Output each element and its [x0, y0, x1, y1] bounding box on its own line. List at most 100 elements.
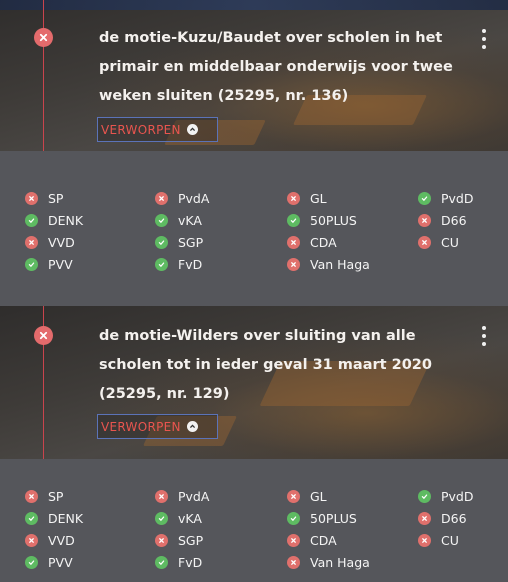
- party-name: FvD: [178, 256, 203, 272]
- party-name: SGP: [178, 234, 204, 250]
- party-name: Van Haga: [310, 554, 370, 570]
- vote-against-icon: [287, 489, 300, 503]
- party-vote-item: Van Haga: [287, 254, 370, 274]
- kebab-menu-icon[interactable]: [480, 326, 488, 346]
- party-name: SGP: [178, 532, 204, 548]
- vote-against-icon: [25, 533, 38, 547]
- vote-against-icon: [155, 191, 168, 205]
- party-vote-item: PvdD: [418, 486, 474, 506]
- party-vote-item: VVD: [25, 232, 75, 252]
- party-vote-item: SP: [25, 486, 63, 506]
- party-name: 50PLUS: [310, 510, 357, 526]
- verdict-label: VERWORPEN: [101, 419, 181, 434]
- verdict-toggle-button[interactable]: VERWORPEN: [97, 414, 218, 439]
- party-vote-item: vKA: [155, 508, 202, 528]
- vote-for-icon: [418, 191, 431, 205]
- chevron-up-icon: [186, 421, 198, 432]
- vote-against-icon: [155, 489, 168, 503]
- party-vote-item: DENK: [25, 508, 83, 528]
- vote-against-icon: [418, 213, 431, 227]
- party-vote-item: 50PLUS: [287, 210, 357, 230]
- vote-panel-2: SP PvdA GL PvdD DENK vKA 50PLUS D66 VVD SGP CDA CU P…: [0, 459, 508, 582]
- vote-for-icon: [155, 235, 168, 249]
- party-vote-item: PvdD: [418, 188, 474, 208]
- motion-title-line: weken sluiten (25295, nr. 136): [99, 88, 349, 104]
- vote-against-icon: [25, 489, 38, 503]
- party-vote-item: PvdA: [155, 188, 209, 208]
- verdict-label: VERWORPEN: [101, 122, 181, 137]
- party-name: PVV: [48, 554, 73, 570]
- party-name: GL: [310, 488, 327, 504]
- party-vote-item: D66: [418, 508, 467, 528]
- vote-against-icon: [155, 533, 168, 547]
- motion-card-2: de motie-Wilders over sluiting van alle …: [0, 306, 508, 459]
- party-vote-item: PvdA: [155, 486, 209, 506]
- party-name: DENK: [48, 212, 84, 228]
- party-vote-item: SGP: [155, 232, 203, 252]
- vote-for-icon: [25, 257, 38, 271]
- party-vote-item: GL: [287, 188, 327, 208]
- party-name: PvdA: [178, 190, 210, 206]
- motion-title: de motie-Wilders over sluiting van alle …: [99, 322, 469, 409]
- party-vote-item: Van Haga: [287, 552, 370, 572]
- party-name: PvdA: [178, 488, 210, 504]
- party-name: CU: [441, 234, 459, 250]
- party-vote-item: SP: [25, 188, 63, 208]
- vote-against-icon: [418, 511, 431, 525]
- vote-for-icon: [25, 213, 38, 227]
- rejected-status-icon: [34, 28, 53, 47]
- vote-against-icon: [418, 235, 431, 249]
- motion-title: de motie-Kuzu/Baudet over scholen in het…: [99, 24, 469, 111]
- vote-against-icon: [25, 191, 38, 205]
- party-vote-item: GL: [287, 486, 327, 506]
- rejected-status-icon: [34, 326, 53, 345]
- party-vote-item: VVD: [25, 530, 75, 550]
- kebab-menu-icon[interactable]: [480, 29, 488, 49]
- party-name: VVD: [48, 234, 75, 250]
- party-vote-item: PVV: [25, 552, 73, 572]
- party-name: 50PLUS: [310, 212, 357, 228]
- party-vote-item: CU: [418, 232, 459, 252]
- vote-against-icon: [287, 191, 300, 205]
- party-vote-item: PVV: [25, 254, 73, 274]
- vote-for-icon: [25, 511, 38, 525]
- party-vote-item: CDA: [287, 530, 337, 550]
- vote-for-icon: [287, 213, 300, 227]
- vote-against-icon: [287, 235, 300, 249]
- party-vote-item: vKA: [155, 210, 202, 230]
- party-name: DENK: [48, 510, 84, 526]
- party-vote-item: DENK: [25, 210, 83, 230]
- vote-against-icon: [287, 555, 300, 569]
- party-vote-item: FvD: [155, 552, 202, 572]
- motion-title-line: de motie-Kuzu/Baudet over scholen in het: [99, 30, 443, 46]
- party-vote-item: CU: [418, 530, 459, 550]
- vote-for-icon: [287, 511, 300, 525]
- party-name: SP: [48, 488, 64, 504]
- party-name: vKA: [178, 212, 202, 228]
- motion-card-1: de motie-Kuzu/Baudet over scholen in het…: [0, 0, 508, 151]
- party-vote-item: CDA: [287, 232, 337, 252]
- party-name: PvdD: [441, 190, 474, 206]
- party-name: SP: [48, 190, 64, 206]
- vote-for-icon: [155, 511, 168, 525]
- party-name: CU: [441, 532, 459, 548]
- party-vote-item: 50PLUS: [287, 508, 357, 528]
- party-name: Van Haga: [310, 256, 370, 272]
- vote-for-icon: [25, 555, 38, 569]
- motion-title-line: de motie-Wilders over sluiting van alle: [99, 328, 416, 344]
- motion-title-line: (25295, nr. 129): [99, 386, 230, 402]
- vote-for-icon: [418, 489, 431, 503]
- verdict-toggle-button[interactable]: VERWORPEN: [97, 117, 218, 142]
- party-name: FvD: [178, 554, 203, 570]
- party-name: D66: [441, 510, 467, 526]
- vote-for-icon: [155, 213, 168, 227]
- timeline-line: [43, 0, 44, 151]
- chevron-up-icon: [186, 124, 198, 135]
- party-vote-item: FvD: [155, 254, 202, 274]
- vote-against-icon: [418, 533, 431, 547]
- party-vote-item: D66: [418, 210, 467, 230]
- vote-for-icon: [155, 555, 168, 569]
- vote-for-icon: [155, 257, 168, 271]
- motion-title-line: scholen tot in ieder geval 31 maart 2020: [99, 357, 432, 373]
- vote-against-icon: [287, 257, 300, 271]
